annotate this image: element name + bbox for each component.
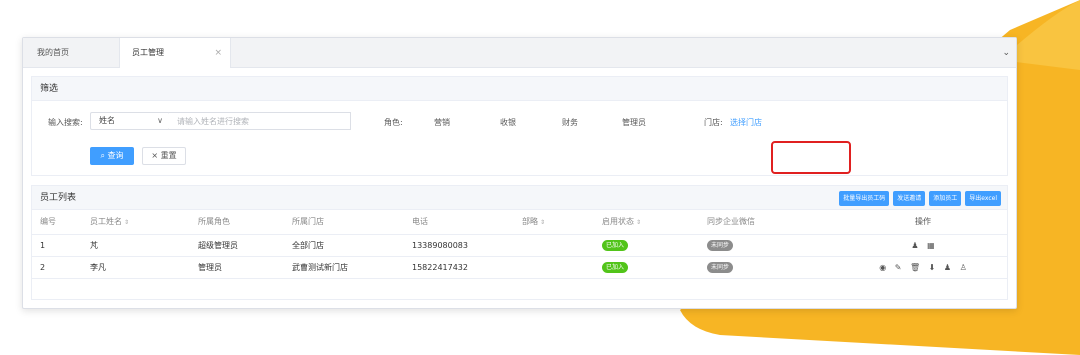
sort-icon[interactable]: ⇕ bbox=[540, 219, 545, 226]
employee-list-panel: 员工列表 批量导出员工码 发送邀请 添加员工 导出excel 编号 员工姓名 ⇕ … bbox=[31, 185, 1008, 300]
table-row: 1 芃 超级管理员 全部门店 13389080083 已加入 未同步 ♟ ▦ bbox=[32, 234, 1007, 257]
cell-phone: 13389080083 bbox=[404, 234, 514, 257]
search-input[interactable] bbox=[169, 112, 351, 130]
query-label: 查询 bbox=[107, 151, 124, 160]
column-header: 所属角色 bbox=[190, 210, 284, 235]
edit-icon[interactable]: ✎ bbox=[895, 263, 902, 272]
tab-home[interactable]: 我的首页 bbox=[37, 38, 69, 68]
status-badge: 已加入 bbox=[602, 261, 629, 273]
cell-phone: 15822417432 bbox=[404, 256, 514, 279]
column-header: 所属门店 bbox=[284, 210, 404, 235]
sort-icon[interactable]: ⇕ bbox=[124, 219, 129, 226]
chevron-down-icon[interactable]: ⌄ bbox=[1002, 48, 1010, 58]
user-icon[interactable]: ♟ bbox=[911, 241, 918, 250]
close-icon: × bbox=[151, 151, 161, 160]
store-label: 门店: bbox=[704, 118, 723, 127]
cell-blank bbox=[514, 234, 594, 257]
app-window: 我的首页 员工管理 × ⌄ 筛选 输入搜索: 姓名 ∨ 角色: 营销 收银 财务… bbox=[22, 37, 1017, 309]
role-option-finance[interactable]: 财务 bbox=[562, 117, 578, 128]
cell-role: 管理员 bbox=[190, 256, 284, 279]
sync-badge: 未同步 bbox=[707, 239, 734, 251]
cell-ops: ♟ ▦ bbox=[839, 234, 1007, 257]
table-header-row: 编号 员工姓名 ⇕ 所属角色 所属门店 电话 部略 ⇕ 启用状态 ⇕ 同步企业微信 操… bbox=[32, 210, 1007, 235]
column-header: 同步企业微信 bbox=[699, 210, 839, 235]
user-outline-icon[interactable]: ♙ bbox=[960, 263, 967, 272]
cell-store: 武曹测试新门店 bbox=[284, 256, 404, 279]
search-icon: ⌕ bbox=[100, 151, 108, 160]
send-invite-button[interactable]: 发送邀请 bbox=[893, 191, 926, 206]
cell-status: 已加入 bbox=[594, 234, 699, 257]
cell-sync: 未同步 bbox=[699, 256, 839, 279]
search-label: 输入搜索: bbox=[48, 118, 83, 127]
highlight-box bbox=[771, 141, 851, 174]
column-header: 电话 bbox=[404, 210, 514, 235]
sort-icon[interactable]: ⇕ bbox=[636, 219, 641, 226]
cell-store: 全部门店 bbox=[284, 234, 404, 257]
column-header: 操作 bbox=[839, 210, 1007, 235]
status-badge: 已加入 bbox=[602, 239, 629, 251]
column-header: 编号 bbox=[32, 210, 82, 235]
sync-badge: 未同步 bbox=[707, 261, 734, 273]
cell-status: 已加入 bbox=[594, 256, 699, 279]
tab-employee-management[interactable]: 员工管理 × bbox=[119, 38, 231, 68]
view-icon[interactable]: ◉ bbox=[879, 263, 886, 272]
cell-ops: ◉ ✎ 🗑 ⬇ ♟ ♙ bbox=[839, 256, 1007, 279]
reset-label: 重置 bbox=[160, 151, 177, 160]
cell-id: 1 bbox=[32, 234, 82, 257]
cell-name: 芃 bbox=[82, 234, 190, 257]
table-row: 2 李凡 管理员 武曹测试新门店 15822417432 已加入 未同步 ◉ ✎… bbox=[32, 256, 1007, 279]
select-store-link[interactable]: 选择门店 bbox=[730, 117, 762, 128]
search-field-value: 姓名 bbox=[99, 116, 115, 125]
query-button[interactable]: ⌕ 查询 bbox=[90, 147, 134, 165]
role-option-marketing[interactable]: 营销 bbox=[434, 117, 450, 128]
employee-table: 编号 员工姓名 ⇕ 所属角色 所属门店 电话 部略 ⇕ 启用状态 ⇕ 同步企业微信 操… bbox=[32, 210, 1007, 279]
column-header[interactable]: 部略 ⇕ bbox=[514, 210, 594, 235]
tab-bar: 我的首页 员工管理 × ⌄ bbox=[23, 38, 1016, 68]
filter-panel: 筛选 输入搜索: 姓名 ∨ 角色: 营销 收银 财务 管理员 门店: 选择门店 … bbox=[31, 76, 1008, 176]
role-label: 角色: bbox=[384, 118, 403, 127]
cell-blank bbox=[514, 256, 594, 279]
column-header[interactable]: 启用状态 ⇕ bbox=[594, 210, 699, 235]
tab-label: 员工管理 bbox=[132, 48, 164, 57]
close-icon[interactable]: × bbox=[214, 38, 222, 68]
user-icon[interactable]: ♟ bbox=[944, 263, 951, 272]
cell-id: 2 bbox=[32, 256, 82, 279]
download-icon[interactable]: ⬇ bbox=[929, 263, 936, 272]
cell-role: 超级管理员 bbox=[190, 234, 284, 257]
delete-icon[interactable]: 🗑 bbox=[910, 263, 920, 272]
list-actions: 批量导出员工码 发送邀请 添加员工 导出excel bbox=[839, 191, 1001, 206]
qrcode-icon[interactable]: ▦ bbox=[927, 241, 935, 250]
reset-button[interactable]: × 重置 bbox=[142, 147, 186, 165]
cell-name: 李凡 bbox=[82, 256, 190, 279]
cell-sync: 未同步 bbox=[699, 234, 839, 257]
column-header[interactable]: 员工姓名 ⇕ bbox=[82, 210, 190, 235]
filter-title: 筛选 bbox=[32, 77, 1007, 101]
export-excel-button[interactable]: 导出excel bbox=[965, 191, 1001, 206]
search-field-select[interactable]: 姓名 ∨ bbox=[90, 112, 170, 130]
add-employee-button[interactable]: 添加员工 bbox=[929, 191, 962, 206]
role-option-admin[interactable]: 管理员 bbox=[622, 117, 646, 128]
role-option-cashier[interactable]: 收银 bbox=[500, 117, 516, 128]
batch-export-qr-button[interactable]: 批量导出员工码 bbox=[839, 191, 890, 206]
chevron-down-icon: ∨ bbox=[157, 116, 163, 125]
